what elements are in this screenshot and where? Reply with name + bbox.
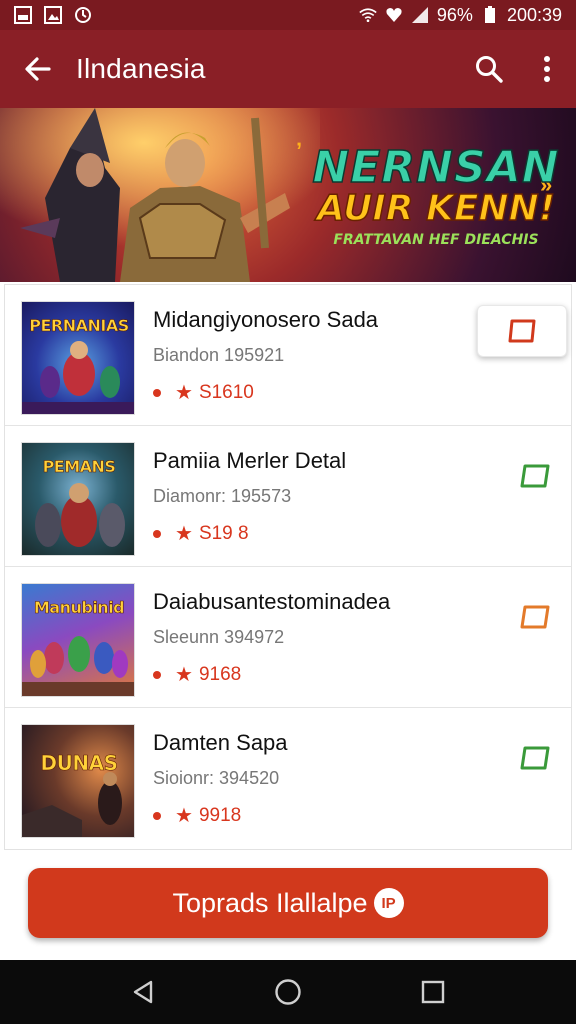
banner-title-2: AUIR KENN!	[316, 188, 556, 229]
nav-back-button[interactable]	[118, 967, 168, 1017]
nav-home-button[interactable]	[263, 967, 313, 1017]
square-outline-icon	[520, 464, 550, 488]
recents-square-icon	[422, 980, 445, 1004]
status-dot	[153, 812, 161, 820]
back-triangle-icon	[133, 980, 152, 1004]
item-rating: 9918	[198, 805, 242, 826]
back-arrow-icon	[25, 57, 51, 81]
thumbnail-art	[22, 636, 134, 696]
gallery-icon	[44, 6, 62, 24]
wifi-icon	[359, 6, 377, 24]
square-outline-icon	[520, 746, 550, 770]
item-action-button[interactable]	[517, 740, 553, 776]
banner-subtitle: FRATTAVAN HEF DIEACHIS	[333, 232, 539, 248]
list-item[interactable]: PEMANS Pamiia Merler Detal Diamonr: 1955…	[5, 426, 571, 567]
clock: 200:39	[506, 4, 562, 25]
search-icon	[476, 56, 503, 83]
thumbnail-art	[22, 772, 122, 837]
square-outline-icon	[520, 605, 550, 629]
app-bar: Ilndanesia	[0, 30, 576, 108]
page-title: Ilndanesia	[76, 53, 206, 84]
item-title: Midangiyonosero Sada	[153, 307, 379, 332]
signal-icon	[411, 6, 429, 24]
status-bar: 96% 200:39	[0, 0, 576, 30]
banner-heroes-art	[0, 108, 320, 282]
item-subtitle: Sleeunn 394972	[153, 627, 285, 647]
battery-text: 96%	[436, 4, 473, 25]
item-title: Daiabusantestominadea	[153, 589, 391, 614]
heart-icon	[385, 6, 403, 24]
game-list: PERNANIAS Midangiyonosero Sada Biandon 1…	[4, 284, 572, 850]
game-thumbnail: PERNANIAS	[21, 301, 135, 415]
overflow-menu-button[interactable]	[518, 30, 576, 108]
banner-title: NERNSAN	[312, 142, 560, 193]
item-subtitle: Sioionr: 394520	[153, 768, 280, 788]
search-button[interactable]	[460, 30, 518, 108]
item-action-button[interactable]	[517, 458, 553, 494]
star-icon: ★	[175, 805, 193, 827]
cta-badge-icon: IP	[373, 888, 404, 918]
star-icon: ★	[175, 382, 193, 404]
game-thumbnail: DUNAS	[21, 724, 135, 838]
status-dot	[153, 389, 161, 397]
item-rating: 9168	[198, 664, 242, 685]
more-vert-icon	[544, 56, 550, 82]
list-item[interactable]: Manubinid Daiabusantestominadea Sleeunn …	[5, 567, 571, 708]
status-dot	[153, 671, 161, 679]
back-button[interactable]	[0, 30, 76, 108]
item-action-button[interactable]	[477, 305, 567, 357]
image-icon	[14, 6, 32, 24]
list-item[interactable]: PERNANIAS Midangiyonosero Sada Biandon 1…	[5, 285, 571, 426]
thumbnail-art	[35, 483, 125, 547]
promo-banner[interactable]: ʼ » NERNSAN AUIR KENN! FRATTAVAN HEF DIE…	[0, 108, 576, 282]
list-item[interactable]: DUNAS Damten Sapa Sioionr: 394520 ★ 9918	[5, 708, 571, 849]
nav-recents-button[interactable]	[408, 967, 458, 1017]
primary-cta-button[interactable]: Toprads Ilallalpe IP	[28, 868, 548, 938]
battery-icon	[481, 6, 499, 24]
item-title: Pamiia Merler Detal	[153, 448, 347, 473]
square-outline-icon	[508, 319, 536, 343]
sync-icon	[74, 6, 92, 24]
item-action-button[interactable]	[517, 599, 553, 635]
item-subtitle: Diamonr: 195573	[153, 486, 292, 506]
item-rating: S19 8	[198, 523, 249, 544]
item-rating: S1610	[198, 382, 254, 403]
cta-label: Toprads Ilallalpe	[172, 887, 368, 918]
system-nav-bar	[0, 960, 576, 1024]
status-dot	[153, 530, 161, 538]
game-thumbnail: PEMANS	[21, 442, 135, 556]
game-thumbnail: Manubinid	[21, 583, 135, 697]
thumbnail-art	[22, 341, 134, 414]
star-icon: ★	[175, 664, 193, 686]
star-icon: ★	[175, 523, 193, 545]
item-subtitle: Biandon 195921	[153, 345, 285, 365]
home-circle-icon	[275, 979, 301, 1005]
item-title: Damten Sapa	[153, 730, 288, 755]
